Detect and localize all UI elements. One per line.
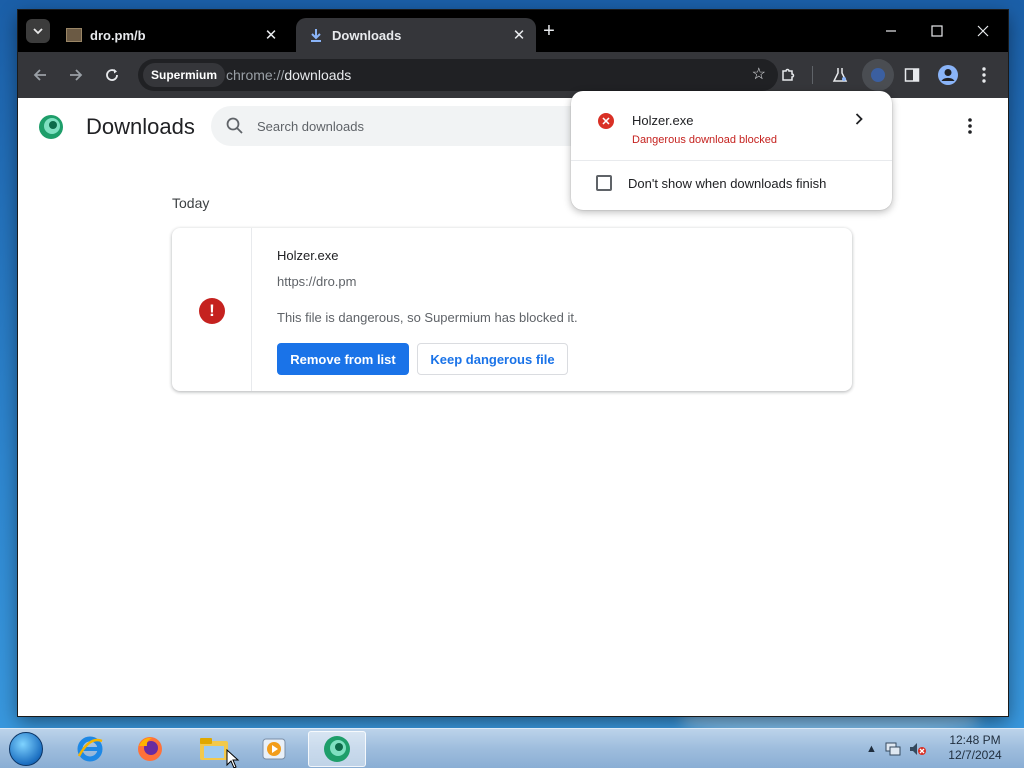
download-bubble-item[interactable]: ✕ Holzer.exe Dangerous download blocked	[571, 91, 892, 160]
close-icon	[977, 25, 989, 37]
arrow-right-icon	[70, 69, 83, 81]
downloads-button[interactable]	[862, 59, 894, 91]
media-player-icon	[262, 738, 286, 760]
taskbar-firefox[interactable]	[124, 731, 176, 767]
chevron-down-icon	[33, 28, 43, 35]
bubble-status-text: Dangerous download blocked	[632, 134, 777, 146]
tab-dro-pm[interactable]: dro.pm/b ✕	[58, 18, 288, 52]
minimize-icon	[886, 30, 896, 32]
network-icon[interactable]	[885, 742, 901, 756]
bubble-divider	[571, 160, 892, 161]
keep-dangerous-file-button[interactable]: Keep dangerous file	[417, 343, 568, 375]
mouse-cursor-icon	[226, 749, 240, 768]
search-icon	[226, 117, 243, 134]
download-bubble-popup: ✕ Holzer.exe Dangerous download blocked …	[571, 91, 892, 210]
close-icon[interactable]: ✕	[262, 26, 280, 44]
close-icon[interactable]: ✕	[510, 26, 528, 44]
tab-strip: dro.pm/b ✕ Downloads ✕ +	[18, 10, 1008, 52]
taskbar-media-player[interactable]	[248, 731, 300, 767]
windows-logo-icon	[9, 732, 43, 766]
back-button[interactable]	[26, 61, 54, 89]
download-icon	[308, 27, 324, 43]
close-window-button[interactable]	[968, 18, 998, 44]
puzzle-icon	[782, 68, 795, 81]
tab-title: dro.pm/b	[90, 27, 146, 43]
tab-title: Downloads	[332, 27, 402, 43]
download-warning-text: This file is dangerous, so Supermium has…	[277, 310, 578, 325]
download-file-name[interactable]: Holzer.exe	[277, 248, 338, 263]
arrow-left-icon	[33, 69, 46, 81]
reload-icon	[106, 69, 118, 81]
site-chip[interactable]: Supermium	[143, 63, 226, 87]
minimize-button[interactable]	[876, 18, 906, 44]
new-tab-button[interactable]: +	[538, 20, 560, 42]
download-source-url[interactable]: https://dro.pm	[277, 274, 356, 289]
date-section-label: Today	[172, 195, 210, 211]
search-bar[interactable]	[211, 106, 591, 146]
browser-window: dro.pm/b ✕ Downloads ✕ + Supermium chrom…	[18, 10, 1008, 716]
forward-button[interactable]	[62, 61, 90, 89]
tab-search-button[interactable]	[26, 19, 50, 43]
download-item-icon-column: !	[172, 228, 252, 391]
system-tray: ▲	[866, 737, 927, 761]
supermium-logo-icon	[39, 115, 63, 139]
reload-button[interactable]	[98, 61, 126, 89]
more-vert-icon	[982, 67, 986, 83]
volume-muted-icon[interactable]	[909, 742, 927, 756]
labs-button[interactable]	[826, 61, 854, 89]
start-button[interactable]	[4, 730, 48, 768]
taskbar-internet-explorer[interactable]	[64, 731, 116, 767]
show-hidden-icons-icon[interactable]: ▲	[866, 743, 877, 755]
chevron-right-icon[interactable]	[851, 110, 867, 128]
clock-date: 12/7/2024	[948, 748, 1002, 762]
film-icon	[66, 28, 82, 42]
toolbar-divider	[812, 66, 813, 84]
url-path: downloads	[284, 67, 352, 83]
taskbar-supermium[interactable]	[308, 731, 366, 767]
maximize-icon	[931, 25, 943, 37]
dont-show-checkbox[interactable]	[596, 175, 612, 191]
more-vert-icon	[968, 118, 972, 134]
bubble-file-name: Holzer.exe	[632, 113, 694, 128]
extensions-button[interactable]	[774, 61, 802, 89]
system-clock[interactable]: 12:48 PM 12/7/2024	[940, 733, 1010, 763]
flask-icon	[832, 68, 848, 82]
side-panel-icon	[904, 68, 920, 82]
taskbar: ▲ 12:48 PM 12/7/2024	[0, 728, 1024, 768]
download-progress-icon	[871, 68, 885, 82]
page-title: Downloads	[86, 114, 195, 139]
download-item-card: ! Holzer.exe https://dro.pm This file is…	[172, 228, 852, 391]
url-text[interactable]: chrome://downloads	[226, 59, 351, 91]
page-menu-button[interactable]	[960, 116, 980, 136]
menu-button[interactable]	[970, 61, 998, 89]
bookmark-star-icon[interactable]: ☆	[752, 64, 766, 84]
internet-explorer-icon	[77, 736, 103, 762]
maximize-button[interactable]	[922, 18, 952, 44]
search-input[interactable]	[257, 106, 577, 146]
warning-icon: !	[199, 298, 225, 324]
profile-button[interactable]	[934, 61, 962, 89]
supermium-icon	[324, 736, 350, 762]
tab-downloads[interactable]: Downloads ✕	[296, 18, 536, 52]
avatar-icon	[938, 65, 958, 85]
url-scheme: chrome://	[226, 67, 285, 83]
address-bar[interactable]: Supermium chrome://downloads ☆	[138, 59, 778, 91]
clock-time: 12:48 PM	[949, 733, 1001, 747]
blocked-icon: ✕	[598, 113, 614, 129]
remove-from-list-button[interactable]: Remove from list	[277, 343, 409, 375]
firefox-icon	[138, 737, 162, 761]
dont-show-checkbox-label[interactable]: Don't show when downloads finish	[628, 176, 826, 191]
side-panel-button[interactable]	[898, 61, 926, 89]
